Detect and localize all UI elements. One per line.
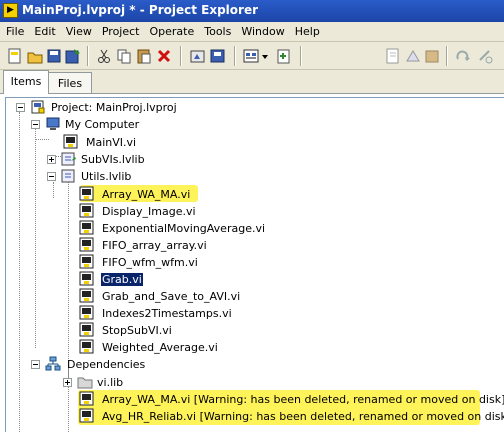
vi-label: Grab_and_Save_to_AVI.vi xyxy=(102,290,241,303)
view-tabs: Items Files xyxy=(0,70,504,94)
title-bar: ▶ MainProj.lvproj * - Project Explorer xyxy=(0,0,504,22)
expand-toggle-icon[interactable] xyxy=(63,378,72,387)
vi-label: FIFO_array_array.vi xyxy=(102,239,207,252)
vi-icon xyxy=(79,408,95,424)
vi-icon xyxy=(79,305,95,321)
save-icon[interactable] xyxy=(64,47,82,65)
vi-label-selected: Grab.vi xyxy=(101,273,143,286)
refresh-icon[interactable] xyxy=(476,47,494,65)
vi-icon xyxy=(79,391,95,407)
project-tree: Project: MainProj.lvproj My Computer Mai… xyxy=(5,97,504,432)
open-icon[interactable] xyxy=(26,47,44,65)
window-title: MainProj.lvproj * - Project Explorer xyxy=(22,3,259,17)
vi-icon xyxy=(63,134,79,150)
delete-icon[interactable] xyxy=(155,47,173,65)
computer-icon xyxy=(45,116,61,132)
undo-icon[interactable] xyxy=(423,47,441,65)
copy-icon[interactable] xyxy=(115,47,133,65)
vi-icon xyxy=(79,254,95,270)
vi-label: Display_Image.vi xyxy=(102,205,196,218)
menu-window[interactable]: Window xyxy=(235,22,288,39)
vi-icon xyxy=(79,339,95,355)
project-icon xyxy=(30,99,46,115)
dropdown-icon[interactable] xyxy=(260,47,270,65)
vi-icon xyxy=(79,203,95,219)
collapse-toggle-icon[interactable] xyxy=(16,103,25,112)
add-file-icon[interactable] xyxy=(275,47,293,65)
vi-label: ExponentialMovingAverage.vi xyxy=(102,222,266,235)
project-tree-panel: Project: MainProj.lvproj My Computer Mai… xyxy=(0,93,504,432)
vi-icon xyxy=(79,288,95,304)
vi-icon xyxy=(79,271,95,287)
folder-label: vi.lib xyxy=(97,376,124,389)
build-all-icon[interactable] xyxy=(209,47,227,65)
vi-label: FIFO_wfm_wfm.vi xyxy=(102,256,198,269)
library-label: Utils.lvlib xyxy=(81,170,132,183)
folder-icon xyxy=(77,374,93,390)
vi-warning-label: Array_WA_MA.vi [Warning: has been delete… xyxy=(102,393,504,406)
library-label: SubVIs.lvlib xyxy=(81,153,145,166)
library-icon xyxy=(61,168,77,184)
vi-label: StopSubVI.vi xyxy=(102,324,172,337)
menu-view[interactable]: View xyxy=(60,22,96,39)
vi-icon xyxy=(79,186,95,202)
collapse-toggle-icon[interactable] xyxy=(47,172,56,181)
redo-icon[interactable] xyxy=(454,47,472,65)
dependencies-label: Dependencies xyxy=(67,358,146,371)
expand-toggle-icon[interactable] xyxy=(47,155,56,164)
vi-icon xyxy=(79,220,95,236)
menu-operate[interactable]: Operate xyxy=(143,22,198,39)
labview-project-icon: ▶ xyxy=(3,3,18,18)
menu-bar: File Edit View Project Operate Tools Window Hel… xyxy=(0,22,504,42)
save-all-icon[interactable] xyxy=(45,47,63,65)
project-label: Project: MainProj.lvproj xyxy=(51,101,177,114)
collapse-toggle-icon[interactable] xyxy=(31,360,40,369)
vi-warning-label: Avg_HR_Reliab.vi [Warning: has been dele… xyxy=(102,410,504,423)
vi-label: Weighted_Average.vi xyxy=(102,341,218,354)
unknown-icon[interactable] xyxy=(404,47,422,65)
collapse-toggle-icon[interactable] xyxy=(31,120,40,129)
vi-label: MainVI.vi xyxy=(86,136,137,149)
menu-help[interactable]: Help xyxy=(289,22,324,39)
vi-icon xyxy=(79,322,95,338)
my-computer-label: My Computer xyxy=(65,118,140,131)
vi-label: Indexes2Timestamps.vi xyxy=(102,307,232,320)
vi-icon xyxy=(79,237,95,253)
menu-file[interactable]: File xyxy=(0,22,28,39)
dependencies-icon xyxy=(45,356,61,372)
library-icon xyxy=(61,151,77,167)
tab-files[interactable]: Files xyxy=(48,72,92,93)
menu-project[interactable]: Project xyxy=(96,22,144,39)
tab-items[interactable]: Items xyxy=(3,70,49,94)
paste-icon[interactable] xyxy=(135,47,153,65)
cut-icon[interactable] xyxy=(95,47,113,65)
new-icon[interactable] xyxy=(6,47,24,65)
add-folder-icon[interactable] xyxy=(384,47,402,65)
menu-edit[interactable]: Edit xyxy=(28,22,59,39)
build-icon[interactable] xyxy=(189,47,207,65)
toolbar xyxy=(0,42,504,70)
menu-tools[interactable]: Tools xyxy=(198,22,235,39)
vi-label: Array_WA_MA.vi xyxy=(102,188,191,201)
view-options-icon[interactable] xyxy=(242,47,260,65)
